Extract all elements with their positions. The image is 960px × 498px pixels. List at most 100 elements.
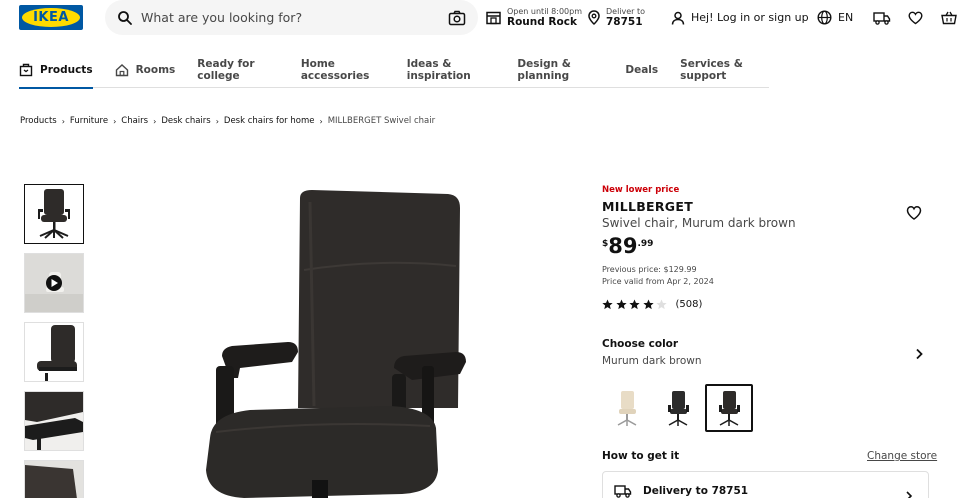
chevron-right-icon: › bbox=[61, 116, 65, 126]
products-icon bbox=[19, 63, 33, 76]
nav-home-accessories[interactable]: Home accessories bbox=[301, 52, 385, 88]
selected-color-name: Murum dark brown bbox=[602, 355, 702, 367]
star-filled-icon bbox=[642, 299, 654, 310]
search-bar[interactable] bbox=[105, 0, 478, 35]
star-filled-icon bbox=[629, 299, 640, 310]
nav-ideas[interactable]: Ideas & inspiration bbox=[407, 52, 496, 88]
chair-swatch-image bbox=[617, 391, 637, 426]
price-decimal: .99 bbox=[637, 239, 654, 249]
add-to-favorites-heart-icon[interactable] bbox=[906, 205, 922, 221]
delivery-status-button[interactable] bbox=[873, 0, 891, 35]
detail-thumbnail-image bbox=[25, 461, 83, 498]
heart-icon bbox=[908, 11, 923, 24]
nav-label: Rooms bbox=[135, 63, 176, 76]
review-count: (508) bbox=[675, 299, 703, 310]
nav-label: Design & planning bbox=[517, 57, 571, 82]
new-lower-price-badge: New lower price bbox=[602, 185, 680, 195]
main-nav: Products Rooms Ready for college Home ac… bbox=[19, 52, 769, 89]
search-input[interactable] bbox=[141, 10, 448, 25]
logo-text: IKEA bbox=[33, 10, 69, 25]
product-main-image[interactable] bbox=[140, 170, 550, 498]
language-selector[interactable]: EN bbox=[817, 0, 853, 35]
nav-design[interactable]: Design & planning bbox=[517, 52, 603, 88]
logo-oval: IKEA bbox=[22, 8, 80, 27]
truck-icon bbox=[873, 11, 891, 25]
armrest-thumbnail-image bbox=[25, 392, 83, 450]
thumbnail-side[interactable] bbox=[24, 322, 84, 382]
price-valid-date: Price valid from Apr 2, 2024 bbox=[602, 277, 714, 286]
chair-swatch-image bbox=[668, 391, 689, 426]
product-description: Swivel chair, Murum dark brown bbox=[602, 216, 796, 230]
breadcrumb-link[interactable]: Chairs bbox=[121, 116, 148, 126]
deliver-label: Deliver to bbox=[606, 6, 646, 16]
breadcrumb-link[interactable]: Desk chairs bbox=[161, 116, 210, 126]
nav-label: Home accessories bbox=[300, 57, 370, 82]
thumbnail-detail[interactable] bbox=[24, 460, 84, 498]
language-text: EN bbox=[838, 11, 854, 24]
search-icon bbox=[118, 10, 132, 25]
store-selector[interactable]: Open until 8:00pm Round Rock bbox=[486, 0, 582, 35]
nav-services[interactable]: Services & support bbox=[680, 52, 769, 88]
ikea-logo[interactable]: IKEA bbox=[19, 5, 83, 30]
location-pin-icon bbox=[588, 10, 600, 25]
truck-icon bbox=[614, 485, 632, 498]
deliver-zip: 78751 bbox=[606, 16, 643, 29]
login-link[interactable]: Hej! Log in or sign up bbox=[671, 0, 809, 35]
nav-label: Services & support bbox=[680, 57, 743, 82]
store-hours: Open until 8:00pm bbox=[507, 6, 583, 16]
previous-price: Previous price: $129.99 bbox=[602, 265, 697, 274]
chevron-right-icon bbox=[906, 491, 913, 498]
deliver-to-selector[interactable]: Deliver to 78751 bbox=[588, 0, 645, 35]
person-icon bbox=[671, 11, 685, 25]
favorites-button[interactable] bbox=[908, 0, 923, 35]
camera-icon[interactable] bbox=[448, 10, 466, 26]
chevron-right-icon: › bbox=[153, 116, 157, 126]
globe-icon bbox=[817, 10, 832, 25]
chevron-right-icon[interactable] bbox=[913, 347, 925, 361]
nav-college[interactable]: Ready for college bbox=[197, 52, 279, 88]
nav-label: Deals bbox=[625, 63, 659, 76]
change-store-link[interactable]: Change store bbox=[867, 450, 937, 462]
color-swatch-white-beige[interactable] bbox=[603, 384, 651, 432]
chair-side-thumbnail-image bbox=[37, 325, 77, 381]
cart-button[interactable] bbox=[941, 0, 957, 35]
product-name: MILLBERGET bbox=[602, 199, 694, 214]
star-filled-icon bbox=[602, 299, 613, 310]
breadcrumb-current: MILLBERGET Swivel chair bbox=[327, 116, 436, 126]
star-filled-icon bbox=[615, 299, 627, 310]
breadcrumb: Products › Furniture › Chairs › Desk cha… bbox=[20, 116, 435, 126]
price: $ 89 .99 bbox=[602, 236, 653, 257]
nav-deals[interactable]: Deals bbox=[625, 52, 658, 88]
chair-swatch-image bbox=[719, 391, 740, 426]
choose-color-label: Choose color bbox=[602, 338, 679, 350]
price-integer: 89 bbox=[608, 234, 638, 258]
star-empty-icon bbox=[656, 299, 667, 310]
rating[interactable]: (508) bbox=[602, 299, 702, 310]
delivery-option[interactable]: Delivery to 78751 bbox=[602, 471, 929, 498]
nav-label: Products bbox=[40, 63, 93, 76]
nav-products[interactable]: Products bbox=[19, 52, 93, 89]
home-icon bbox=[115, 63, 128, 76]
nav-rooms[interactable]: Rooms bbox=[115, 52, 176, 88]
store-icon bbox=[486, 11, 501, 24]
chair-thumbnail-image bbox=[38, 189, 70, 239]
breadcrumb-link[interactable]: Desk chairs for home bbox=[224, 116, 315, 126]
thumbnail-armrest[interactable] bbox=[24, 391, 84, 451]
store-name: Round Rock bbox=[507, 16, 577, 29]
delivery-text: Delivery to 78751 bbox=[643, 485, 749, 497]
chevron-right-icon: › bbox=[215, 116, 219, 126]
color-swatch-dark-brown[interactable] bbox=[705, 384, 753, 432]
thumbnail-video[interactable] bbox=[24, 253, 84, 313]
login-text: Hej! Log in or sign up bbox=[691, 11, 809, 24]
color-swatch-black[interactable] bbox=[654, 384, 702, 432]
nav-label: Ideas & inspiration bbox=[406, 57, 471, 82]
thumbnail-front[interactable] bbox=[24, 184, 84, 244]
cart-icon bbox=[941, 11, 957, 24]
breadcrumb-link[interactable]: Furniture bbox=[70, 116, 108, 126]
chevron-right-icon: › bbox=[113, 116, 117, 126]
chevron-right-icon: › bbox=[319, 116, 323, 126]
breadcrumb-link[interactable]: Products bbox=[20, 116, 57, 126]
how-to-get-it-heading: How to get it bbox=[602, 450, 680, 462]
nav-label: Ready for college bbox=[197, 57, 255, 82]
video-thumbnail-image bbox=[25, 254, 83, 312]
